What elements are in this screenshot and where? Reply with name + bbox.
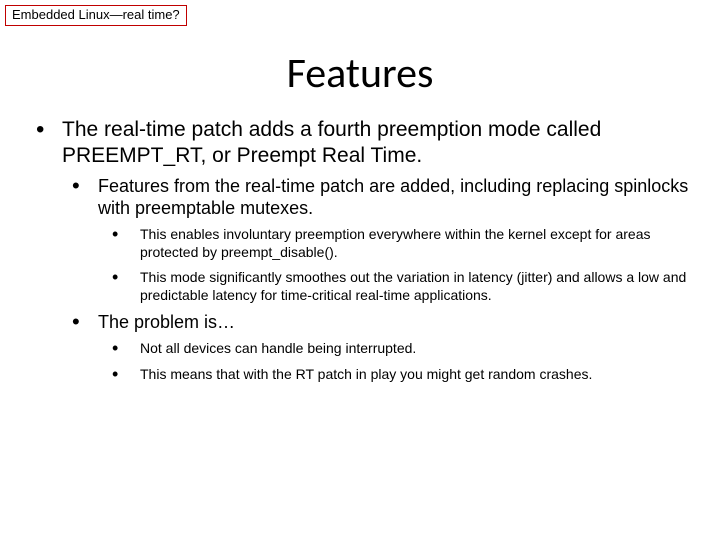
bullet-l3: Not all devices can handle being interru… [112,340,690,358]
bullet-l3: This enables involuntary preemption ever… [112,226,690,261]
bullet-text: The problem is… [98,312,235,332]
bullet-text: This mode significantly smoothes out the… [140,269,686,303]
bullet-l3: This means that with the RT patch in pla… [112,366,690,384]
bullet-text: This enables involuntary preemption ever… [140,226,651,260]
bullet-list: The real-time patch adds a fourth preemp… [36,117,690,383]
bullet-text: The real-time patch adds a fourth preemp… [62,118,601,167]
slide-tag: Embedded Linux—real time? [5,5,187,26]
bullet-text: This means that with the RT patch in pla… [140,366,592,382]
slide: Embedded Linux—real time? Features The r… [0,0,720,540]
bullet-l3: This mode significantly smoothes out the… [112,269,690,304]
bullet-text: Features from the real-time patch are ad… [98,176,688,218]
bullet-l2: Features from the real-time patch are ad… [72,176,690,304]
bullet-l1: The real-time patch adds a fourth preemp… [36,117,690,383]
bullet-text: Not all devices can handle being interru… [140,340,416,356]
bullet-l2: The problem is… Not all devices can hand… [72,312,690,383]
